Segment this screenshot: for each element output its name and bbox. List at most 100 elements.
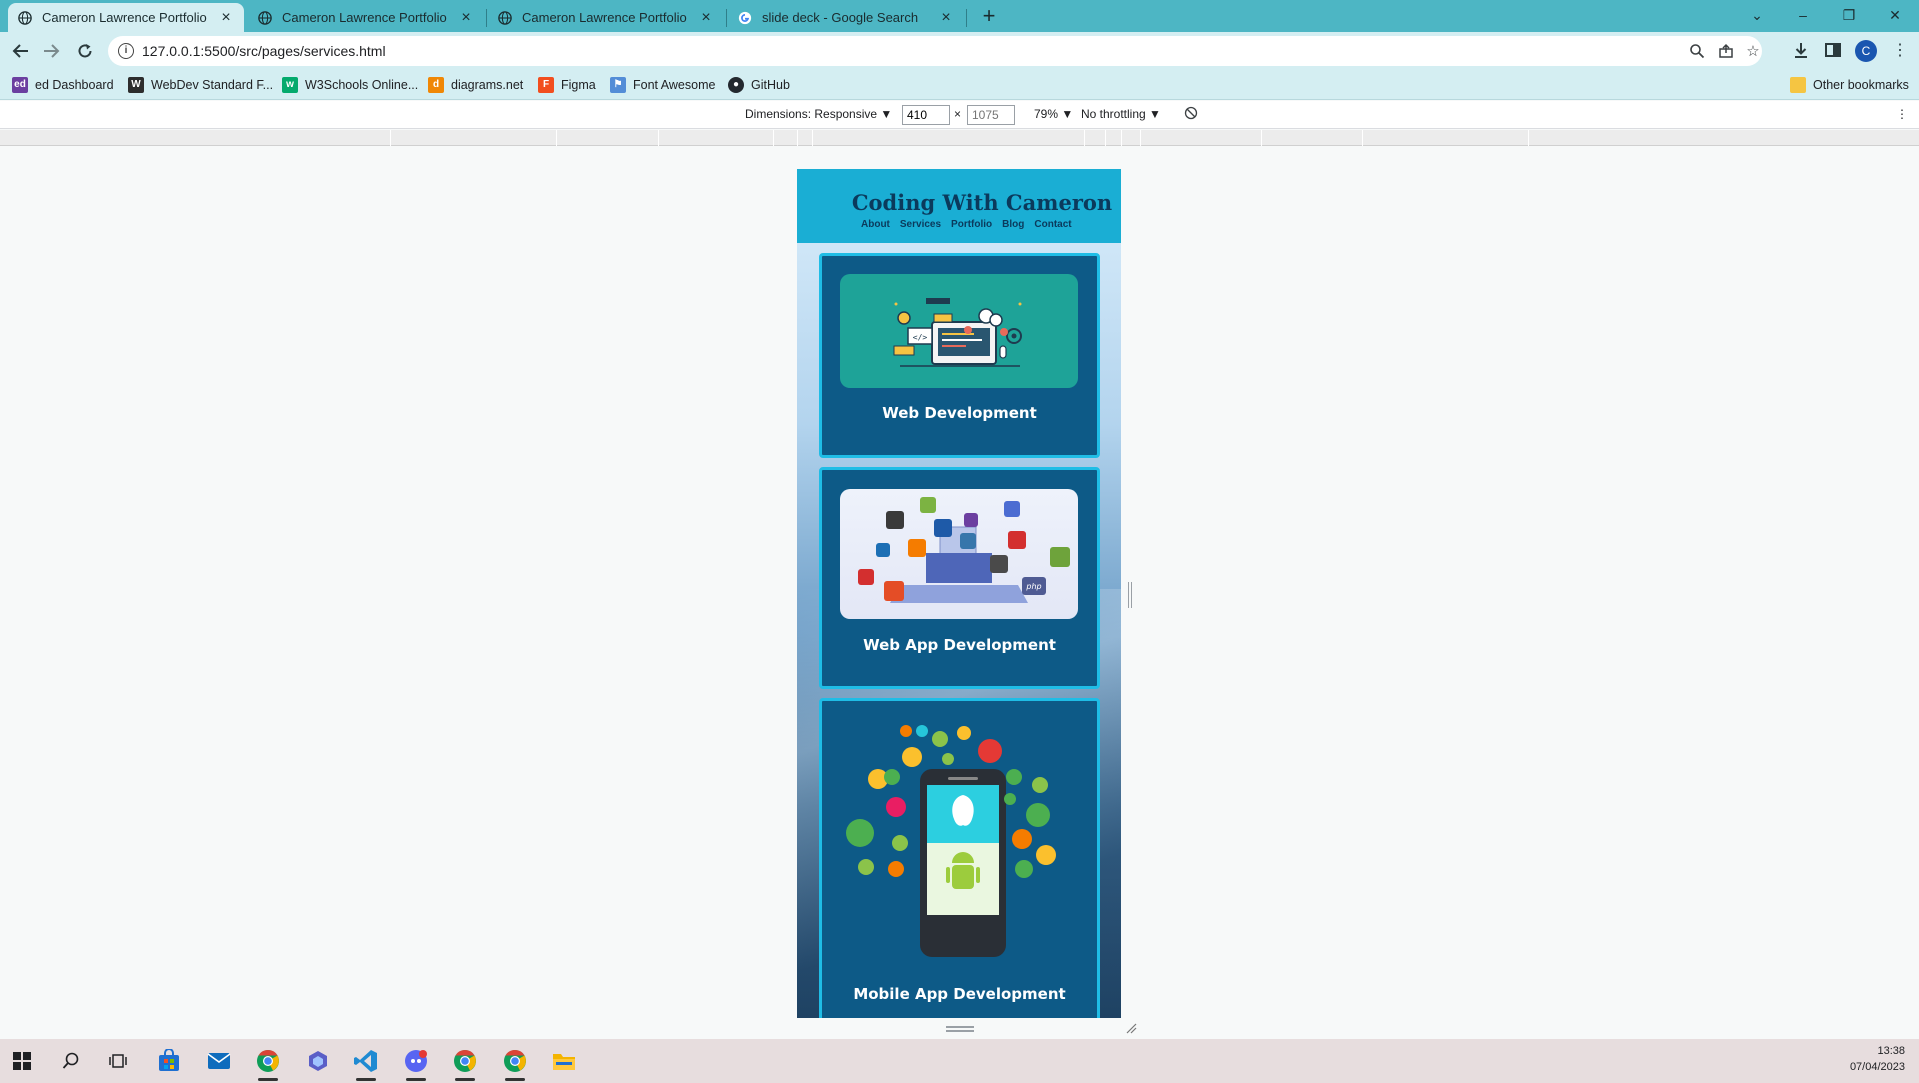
- bookmark-ed-dashboard[interactable]: ed ed Dashboard: [12, 76, 114, 94]
- bookmark-label: Figma: [561, 78, 596, 92]
- width-input[interactable]: [902, 105, 950, 125]
- bookmark-github[interactable]: ● GitHub: [728, 76, 790, 94]
- bookmark-star-icon[interactable]: ☆: [1744, 43, 1762, 61]
- store-app[interactable]: [153, 1045, 185, 1077]
- viewport-resize-handle[interactable]: [1128, 582, 1132, 608]
- search-icon: [62, 1052, 79, 1069]
- address-bar[interactable]: i 127.0.0.1:5500/src/pages/services.html…: [108, 36, 1762, 66]
- service-card-mobile-app-development[interactable]: Mobile App Development: [819, 698, 1100, 1018]
- service-card-web-app-development[interactable]: php Web App Development: [819, 467, 1100, 689]
- bookmark-label: WebDev Standard F...: [151, 78, 274, 92]
- close-icon[interactable]: ×: [218, 9, 234, 26]
- folder-icon: [1790, 77, 1806, 93]
- webdev-logo-icon: W: [128, 77, 144, 93]
- viewport-bottom-grip[interactable]: [946, 1026, 974, 1032]
- ed-logo-icon: ed: [12, 77, 28, 93]
- bookmark-font-awesome[interactable]: ⚑ Font Awesome: [610, 76, 715, 94]
- bookmark-figma[interactable]: F Figma: [538, 76, 596, 94]
- diagrams-logo-icon: d: [428, 77, 444, 93]
- tab-1[interactable]: Cameron Lawrence Portfolio ×: [8, 3, 244, 32]
- tab-4[interactable]: slide deck - Google Search ×: [728, 3, 964, 32]
- figma-logo-icon: F: [538, 77, 554, 93]
- tab-title: Cameron Lawrence Portfolio: [522, 10, 687, 25]
- file-explorer-app[interactable]: [548, 1045, 580, 1077]
- search-button[interactable]: [55, 1045, 87, 1077]
- tab-separator: [726, 9, 727, 27]
- restore-button[interactable]: ❐: [1826, 2, 1872, 28]
- close-icon[interactable]: ×: [458, 9, 474, 26]
- chrome-profile-app[interactable]: [449, 1045, 481, 1081]
- tab-3[interactable]: Cameron Lawrence Portfolio ×: [488, 3, 724, 32]
- reload-button[interactable]: [72, 38, 98, 64]
- close-icon[interactable]: ×: [938, 9, 954, 26]
- mobile-app-development-illustration: [840, 719, 1078, 959]
- share-icon[interactable]: [1717, 43, 1735, 61]
- clock-date: 07/04/2023: [1849, 1061, 1905, 1073]
- rotate-icon[interactable]: [1184, 106, 1198, 123]
- windows-taskbar: 13:38 07/04/2023: [0, 1039, 1919, 1083]
- height-input[interactable]: [967, 105, 1015, 125]
- mail-icon: [207, 1053, 231, 1069]
- chrome-app[interactable]: [252, 1045, 284, 1081]
- tab-2[interactable]: Cameron Lawrence Portfolio ×: [248, 3, 484, 32]
- bookmark-label: Font Awesome: [633, 78, 716, 92]
- copilot-app[interactable]: [302, 1045, 334, 1077]
- side-panel-icon[interactable]: [1823, 41, 1843, 61]
- forward-arrow-icon: [44, 44, 60, 58]
- media-query-ruler[interactable]: [0, 130, 1919, 146]
- back-button[interactable]: [8, 38, 34, 64]
- tab-separator: [486, 9, 487, 27]
- dimension-separator: ×: [954, 107, 962, 121]
- throttling-dropdown[interactable]: No throttling ▼: [1081, 107, 1161, 121]
- nav-link-services[interactable]: Services: [900, 219, 941, 230]
- nav-link-about[interactable]: About: [861, 219, 890, 230]
- web-development-illustration: </>: [840, 274, 1078, 388]
- tab-separator: [966, 9, 967, 27]
- tab-search-button[interactable]: ⌄: [1734, 2, 1780, 28]
- mail-app[interactable]: [203, 1045, 235, 1077]
- bookmarks-bar: ed ed Dashboard W WebDev Standard F... w…: [0, 70, 1919, 100]
- task-view-button[interactable]: [102, 1045, 134, 1077]
- other-bookmarks[interactable]: Other bookmarks: [1790, 76, 1909, 94]
- bookmark-label: diagrams.net: [451, 78, 524, 92]
- minimize-button[interactable]: –: [1780, 2, 1826, 28]
- service-title: Mobile App Development: [853, 985, 1066, 1003]
- tab-strip: Cameron Lawrence Portfolio × Cameron Law…: [0, 0, 1919, 32]
- vscode-app[interactable]: [350, 1045, 382, 1081]
- zoom-dropdown[interactable]: 79% ▼: [1034, 107, 1073, 121]
- start-button[interactable]: [6, 1045, 38, 1077]
- dimensions-dropdown[interactable]: Dimensions: Responsive ▼: [745, 107, 892, 121]
- bookmark-w3schools[interactable]: w W3Schools Online...: [282, 76, 418, 94]
- url-text[interactable]: 127.0.0.1:5500/src/pages/services.html: [142, 43, 386, 59]
- svg-text:</>: </>: [913, 333, 928, 342]
- profile-avatar[interactable]: C: [1855, 40, 1877, 62]
- bookmark-label: ed Dashboard: [35, 78, 114, 92]
- service-card-web-development[interactable]: </> Web Development: [819, 253, 1100, 458]
- new-tab-button[interactable]: +: [977, 5, 1001, 29]
- zoom-icon[interactable]: [1688, 43, 1706, 61]
- folder-icon: [553, 1054, 575, 1070]
- discord-app[interactable]: [400, 1045, 432, 1081]
- download-icon[interactable]: [1791, 41, 1811, 61]
- bookmark-diagrams[interactable]: d diagrams.net: [428, 76, 523, 94]
- system-clock[interactable]: 13:38 07/04/2023: [1850, 1043, 1905, 1075]
- chrome-active-app[interactable]: [499, 1045, 531, 1081]
- web-app-development-illustration: php: [840, 489, 1078, 619]
- forward-button[interactable]: [38, 38, 64, 64]
- bookmark-webdev-standard[interactable]: W WebDev Standard F...: [128, 76, 273, 94]
- font-awesome-flag-icon: ⚑: [610, 77, 626, 93]
- menu-kebab-icon[interactable]: ⋮: [1890, 41, 1910, 61]
- nav-link-blog[interactable]: Blog: [1002, 219, 1024, 230]
- resize-corner-icon[interactable]: [1125, 1022, 1137, 1034]
- close-icon[interactable]: ×: [698, 9, 714, 26]
- device-more-icon[interactable]: ⋮: [1896, 107, 1908, 121]
- nav-link-portfolio[interactable]: Portfolio: [951, 219, 992, 230]
- site-info-icon[interactable]: i: [118, 43, 134, 59]
- device-viewport[interactable]: Coding With Cameron About Services Portf…: [797, 169, 1121, 1018]
- other-bookmarks-label: Other bookmarks: [1813, 78, 1909, 92]
- chrome-icon: [504, 1050, 526, 1072]
- close-window-button[interactable]: ✕: [1872, 2, 1918, 28]
- back-arrow-icon: [12, 44, 28, 58]
- nav-link-contact[interactable]: Contact: [1034, 219, 1071, 230]
- tab-title: Cameron Lawrence Portfolio: [42, 10, 207, 25]
